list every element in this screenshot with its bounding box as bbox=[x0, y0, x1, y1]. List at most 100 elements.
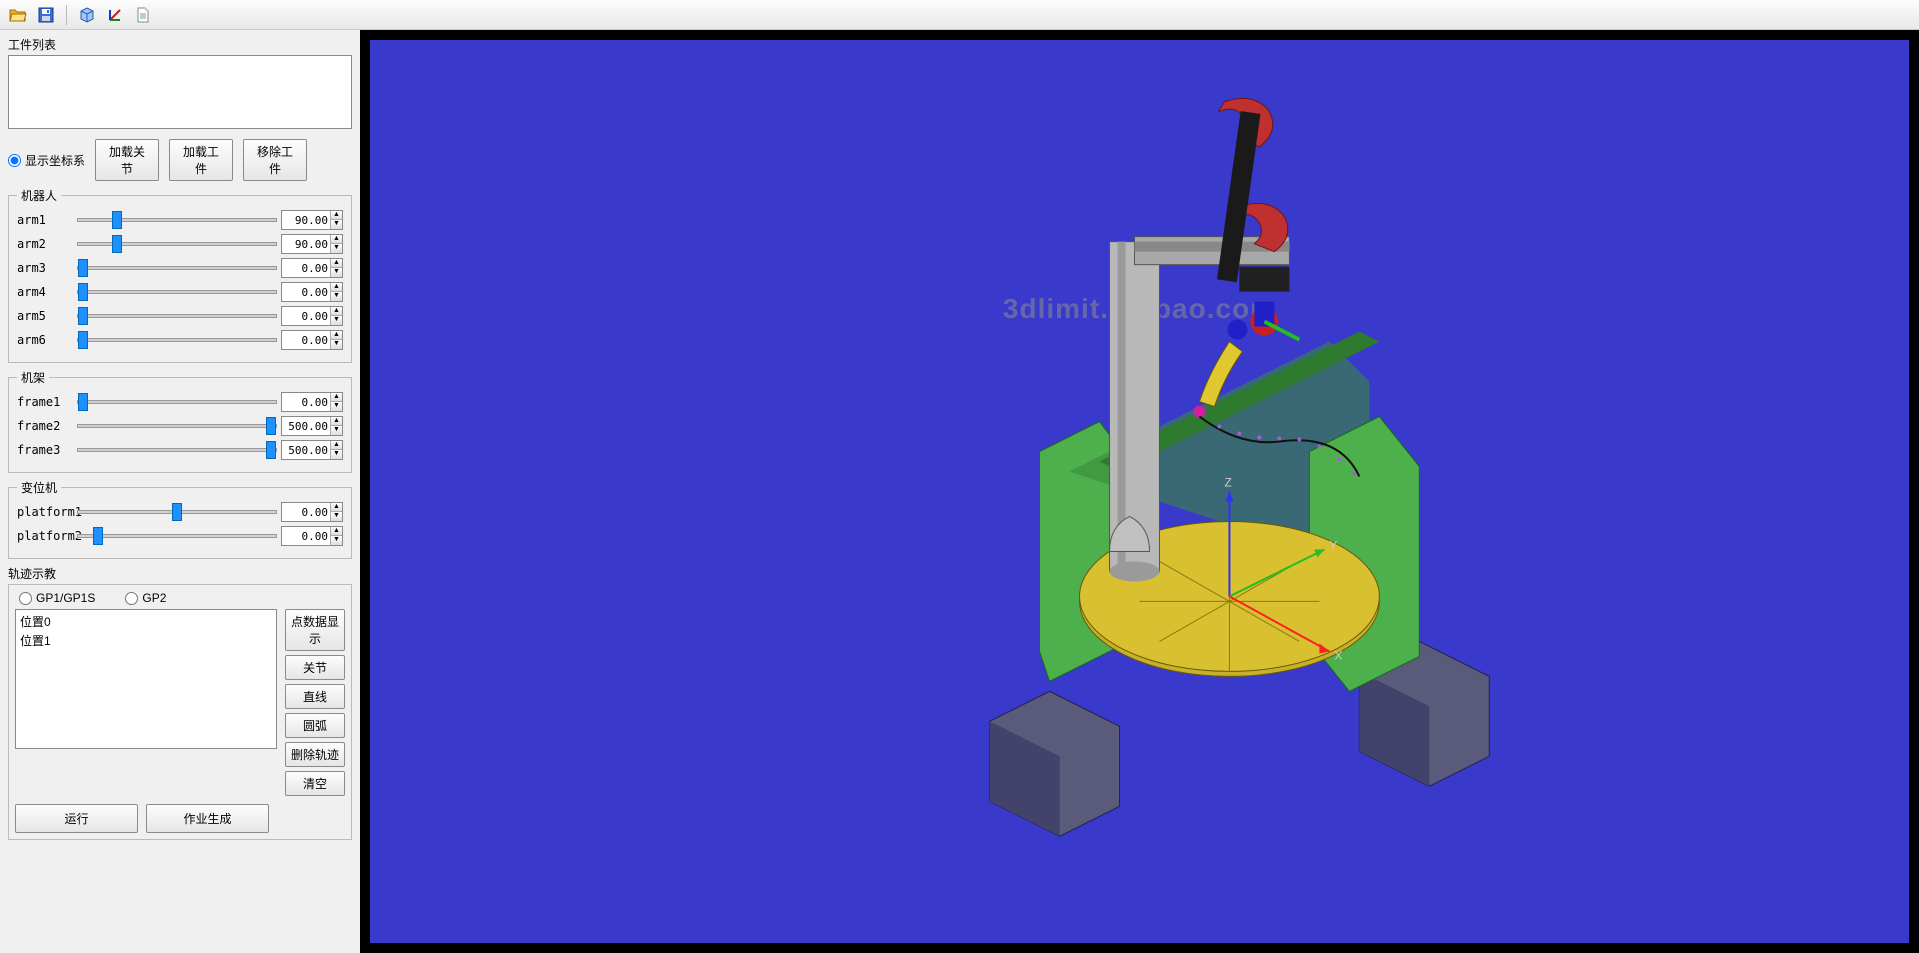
robot-legend: 机器人 bbox=[17, 187, 61, 204]
arm4-spinbox[interactable]: ▲ ▼ bbox=[281, 282, 343, 302]
platform1-spinbox[interactable]: ▲ ▼ bbox=[281, 502, 343, 522]
load-workpiece-button[interactable]: 加载工件 bbox=[169, 139, 233, 181]
robot-fieldset: 机器人 arm1 ▲ ▼ arm2 ▲ ▼ arm3 ▲ ▼ bbox=[8, 187, 352, 363]
view3d-button[interactable] bbox=[75, 3, 99, 27]
arm4-slider[interactable] bbox=[77, 283, 277, 301]
position-item-1[interactable]: 位置1 bbox=[18, 631, 274, 650]
position-listbox[interactable]: 位置0位置1 bbox=[15, 609, 277, 749]
line-button[interactable]: 直线 bbox=[285, 684, 345, 709]
arm3-spin-up[interactable]: ▲ bbox=[330, 259, 342, 268]
toolbar-separator bbox=[66, 5, 67, 25]
frame2-spin-down[interactable]: ▼ bbox=[330, 426, 342, 435]
axis-icon bbox=[107, 7, 123, 23]
arm6-spinbox[interactable]: ▲ ▼ bbox=[281, 330, 343, 350]
arm3-spin-down[interactable]: ▼ bbox=[330, 268, 342, 277]
arm2-spinbox[interactable]: ▲ ▼ bbox=[281, 234, 343, 254]
arm1-spin-down[interactable]: ▼ bbox=[330, 220, 342, 229]
frame3-spin-up[interactable]: ▲ bbox=[330, 441, 342, 450]
frame1-value-input[interactable] bbox=[282, 396, 330, 409]
platform-legend: 变位机 bbox=[17, 479, 61, 496]
platform1-spin-down[interactable]: ▼ bbox=[330, 512, 342, 521]
3d-scene-render: Z Y X bbox=[370, 40, 1909, 943]
open-button[interactable] bbox=[6, 3, 30, 27]
3d-viewport-frame: 3dlimit.taobao.com bbox=[360, 30, 1919, 953]
show-coord-radio[interactable]: 显示坐标系 bbox=[8, 152, 85, 169]
document-icon bbox=[136, 7, 150, 23]
platform2-label: platform2 bbox=[17, 529, 73, 543]
arm5-spin-down[interactable]: ▼ bbox=[330, 316, 342, 325]
arm6-value-input[interactable] bbox=[282, 334, 330, 347]
platform1-slider[interactable] bbox=[77, 503, 277, 521]
frame2-spin-up[interactable]: ▲ bbox=[330, 417, 342, 426]
show-points-button[interactable]: 点数据显示 bbox=[285, 609, 345, 651]
remove-workpiece-button[interactable]: 移除工件 bbox=[243, 139, 307, 181]
axis-y-label: Y bbox=[1329, 538, 1337, 552]
arm6-slider[interactable] bbox=[77, 331, 277, 349]
gp2-radio[interactable]: GP2 bbox=[125, 591, 166, 605]
arm2-value-input[interactable] bbox=[282, 238, 330, 251]
arm2-spin-down[interactable]: ▼ bbox=[330, 244, 342, 253]
frame3-slider[interactable] bbox=[77, 441, 277, 459]
arm6-spin-up[interactable]: ▲ bbox=[330, 331, 342, 340]
axis-x-label: X bbox=[1334, 648, 1342, 662]
arm1-spinbox[interactable]: ▲ ▼ bbox=[281, 210, 343, 230]
arm3-value-input[interactable] bbox=[282, 262, 330, 275]
frame3-spin-down[interactable]: ▼ bbox=[330, 450, 342, 459]
delete-traj-button[interactable]: 删除轨迹 bbox=[285, 742, 345, 767]
load-joint-button[interactable]: 加载关节 bbox=[95, 139, 159, 181]
arm4-value-input[interactable] bbox=[282, 286, 330, 299]
position-item-0[interactable]: 位置0 bbox=[18, 612, 274, 631]
frame1-spin-up[interactable]: ▲ bbox=[330, 393, 342, 402]
arm1-slider[interactable] bbox=[77, 211, 277, 229]
gp1-radio-input[interactable] bbox=[19, 592, 32, 605]
run-button[interactable]: 运行 bbox=[15, 804, 138, 833]
axis-tool-button[interactable] bbox=[103, 3, 127, 27]
arm3-spinbox[interactable]: ▲ ▼ bbox=[281, 258, 343, 278]
frame2-value-input[interactable] bbox=[282, 420, 330, 433]
show-coord-label: 显示坐标系 bbox=[25, 152, 85, 169]
arm5-spinbox[interactable]: ▲ ▼ bbox=[281, 306, 343, 326]
arm3-slider[interactable] bbox=[77, 259, 277, 277]
joint-button[interactable]: 关节 bbox=[285, 655, 345, 680]
platform2-spinbox[interactable]: ▲ ▼ bbox=[281, 526, 343, 546]
platform1-spin-up[interactable]: ▲ bbox=[330, 503, 342, 512]
teach-label: 轨迹示教 bbox=[8, 565, 352, 582]
arm6-spin-down[interactable]: ▼ bbox=[330, 340, 342, 349]
workpiece-listbox[interactable] bbox=[8, 55, 352, 129]
save-button[interactable] bbox=[34, 3, 58, 27]
teach-panel: GP1/GP1S GP2 位置0位置1 点数据显示 关节 直线 圆弧 删除轨迹 bbox=[8, 584, 352, 840]
platform1-value-input[interactable] bbox=[282, 506, 330, 519]
workpiece-list-label: 工件列表 bbox=[8, 36, 352, 53]
arm1-value-input[interactable] bbox=[282, 214, 330, 227]
arm1-spin-up[interactable]: ▲ bbox=[330, 211, 342, 220]
frame1-slider[interactable] bbox=[77, 393, 277, 411]
arm4-spin-down[interactable]: ▼ bbox=[330, 292, 342, 301]
arm5-value-input[interactable] bbox=[282, 310, 330, 323]
arm2-spin-up[interactable]: ▲ bbox=[330, 235, 342, 244]
arm2-slider[interactable] bbox=[77, 235, 277, 253]
arm4-spin-up[interactable]: ▲ bbox=[330, 283, 342, 292]
show-coord-radio-input[interactable] bbox=[8, 154, 21, 167]
gp2-radio-input[interactable] bbox=[125, 592, 138, 605]
arm5-slider[interactable] bbox=[77, 307, 277, 325]
3d-viewport[interactable]: 3dlimit.taobao.com bbox=[370, 40, 1909, 943]
frame3-value-input[interactable] bbox=[282, 444, 330, 457]
frame1-spin-down[interactable]: ▼ bbox=[330, 402, 342, 411]
platform1-label: platform1 bbox=[17, 505, 73, 519]
generate-job-button[interactable]: 作业生成 bbox=[146, 804, 269, 833]
document-button[interactable] bbox=[131, 3, 155, 27]
platform2-slider[interactable] bbox=[77, 527, 277, 545]
frame2-spinbox[interactable]: ▲ ▼ bbox=[281, 416, 343, 436]
frame3-spinbox[interactable]: ▲ ▼ bbox=[281, 440, 343, 460]
gp1-radio[interactable]: GP1/GP1S bbox=[19, 591, 95, 605]
platform2-spin-up[interactable]: ▲ bbox=[330, 527, 342, 536]
clear-button[interactable]: 清空 bbox=[285, 771, 345, 796]
platform2-spin-down[interactable]: ▼ bbox=[330, 536, 342, 545]
arc-button[interactable]: 圆弧 bbox=[285, 713, 345, 738]
main-toolbar bbox=[0, 0, 1919, 30]
frame2-slider[interactable] bbox=[77, 417, 277, 435]
platform2-value-input[interactable] bbox=[282, 530, 330, 543]
frame1-spinbox[interactable]: ▲ ▼ bbox=[281, 392, 343, 412]
frame1-label: frame1 bbox=[17, 395, 73, 409]
arm5-spin-up[interactable]: ▲ bbox=[330, 307, 342, 316]
